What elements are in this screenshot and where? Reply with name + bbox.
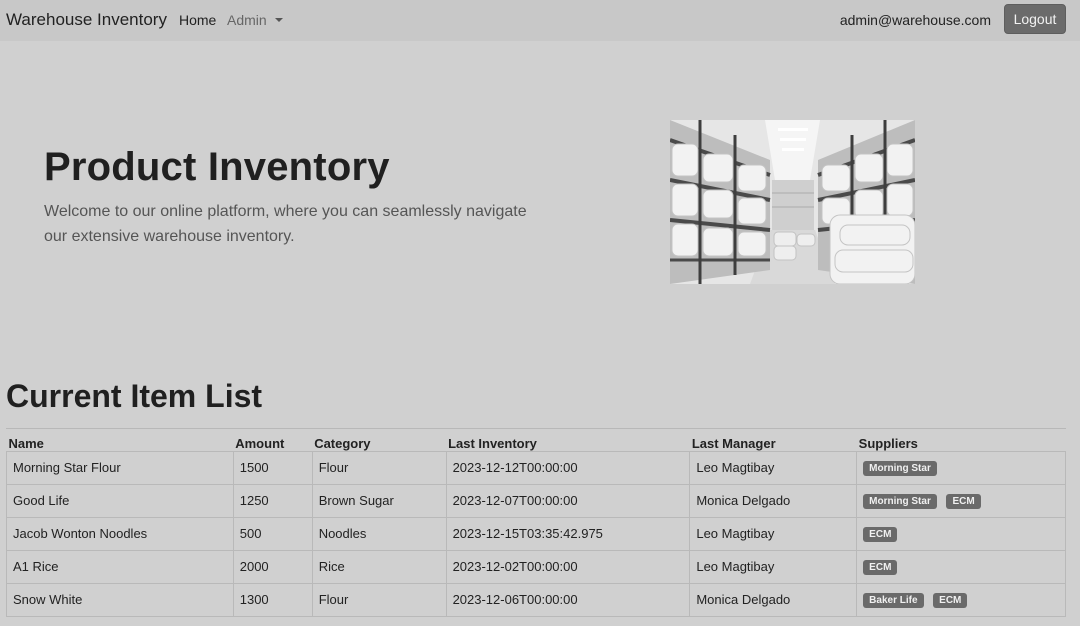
cell-suppliers: Morning Star [856,450,1066,485]
nav-admin-label: Admin [227,12,267,28]
supplier-badge: ECM [863,527,898,542]
warehouse-image [670,120,915,284]
cell-suppliers: ECM [856,516,1066,551]
column-header-last-inventory: Last Inventory [448,435,537,451]
cell-last-manager: Monica Delgado [689,483,858,518]
cell-category: Flour [311,582,447,617]
cell-name: Morning Star Flour [6,450,234,485]
cell-last-manager: Leo Magtibay [689,516,858,551]
cell-last-manager: Monica Delgado [689,582,858,617]
item-table: Name Amount Category Last Inventory Last… [6,429,1066,617]
logout-button[interactable]: Logout [1004,4,1066,34]
cell-last-inventory: 2023-12-07T00:00:00 [445,483,691,518]
supplier-badge: Morning Star [863,461,937,476]
cell-last-inventory: 2023-12-06T00:00:00 [445,582,691,617]
brand-link[interactable]: Warehouse Inventory [6,10,167,30]
cell-category: Noodles [311,516,447,551]
nav-home[interactable]: Home [179,12,216,28]
column-header-last-manager: Last Manager [691,435,776,451]
column-header-amount: Amount [235,435,285,451]
cell-amount: 500 [232,516,313,551]
cell-amount: 2000 [232,549,313,584]
cell-last-inventory: 2023-12-02T00:00:00 [445,549,691,584]
cell-suppliers: ECM [856,549,1066,584]
table-row[interactable]: Morning Star Flour 1500 Flour 2023-12-12… [6,450,1066,485]
cell-last-inventory: 2023-12-15T03:35:42.975 [445,516,691,551]
cell-last-manager: Leo Magtibay [689,450,858,485]
cell-name: A1 Rice [6,549,234,584]
column-header-category: Category [314,435,371,451]
table-header-row: Name Amount Category Last Inventory Last… [7,429,1066,451]
cell-last-inventory: 2023-12-12T00:00:00 [445,450,691,485]
caret-down-icon [274,18,283,22]
cell-category: Rice [311,549,447,584]
supplier-badge: Morning Star [863,494,937,509]
cell-amount: 1300 [232,582,313,617]
cell-suppliers: Baker Life ECM [856,582,1066,617]
navbar: Warehouse Inventory Home Admin admin@war… [0,0,1080,41]
item-list-title: Current Item List [6,378,263,414]
supplier-badge: Baker Life [863,593,924,608]
cell-suppliers: Morning Star ECM [856,483,1066,518]
nav-admin-dropdown[interactable]: Admin [227,12,283,28]
page-title: Product Inventory [44,145,390,189]
cell-category: Brown Sugar [311,483,447,518]
cell-name: Good Life [6,483,234,518]
cell-last-manager: Leo Magtibay [689,549,858,584]
warehouse-illustration [670,120,915,284]
supplier-badge: ECM [933,593,968,608]
supplier-badge: ECM [863,560,898,575]
supplier-badge: ECM [946,494,981,509]
cell-name: Snow White [6,582,234,617]
table-row[interactable]: Snow White 1300 Flour 2023-12-06T00:00:0… [6,582,1066,617]
cell-amount: 1250 [232,483,313,518]
table-row[interactable]: Good Life 1250 Brown Sugar 2023-12-07T00… [6,483,1066,518]
user-email: admin@warehouse.com [839,12,991,28]
table-row[interactable]: Jacob Wonton Noodles 500 Noodles 2023-12… [6,516,1066,551]
column-header-suppliers: Suppliers [858,435,918,451]
item-table-container: Name Amount Category Last Inventory Last… [6,428,1066,617]
cell-amount: 1500 [232,450,313,485]
table-row[interactable]: A1 Rice 2000 Rice 2023-12-02T00:00:00 Le… [6,549,1066,584]
hero-description: Welcome to our online platform, where yo… [44,203,527,245]
column-header-name: Name [8,435,44,451]
cell-category: Flour [311,450,447,485]
cell-name: Jacob Wonton Noodles [6,516,234,551]
